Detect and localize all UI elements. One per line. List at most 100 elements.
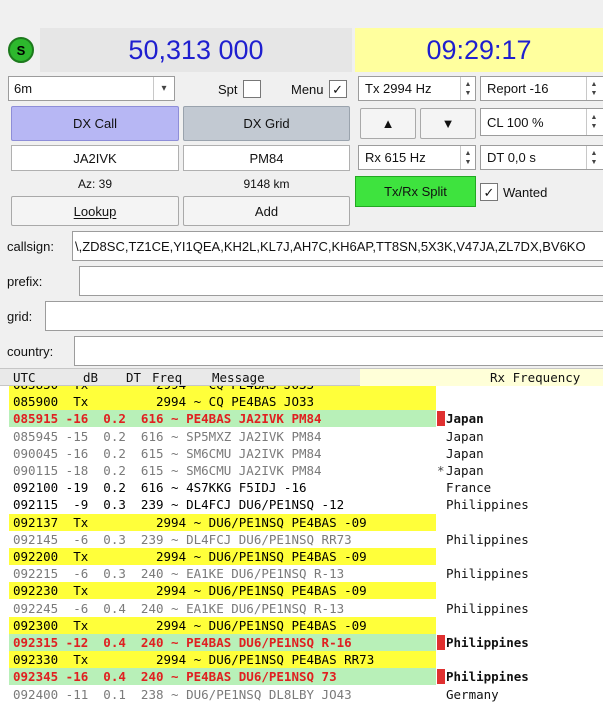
prefix-label: prefix: [7, 273, 43, 289]
row-country: France [446, 480, 492, 496]
col-db: dB [83, 370, 99, 385]
tx-up-button[interactable]: ▲ [360, 108, 416, 139]
row-message-text: 085850 Tx 2994 ~ CQ PE4BAS JO33 [13, 386, 314, 393]
row-country: Philippines [446, 497, 529, 513]
table-row[interactable]: 092115 -9 0.3 239 ~ DL4FCJ DU6/PE1NSQ -1… [0, 496, 603, 513]
rx-frequency-value: Rx 615 Hz [365, 150, 426, 165]
row-message-text: 085915 -16 0.2 616 ~ PE4BAS JA2IVK PM84 [13, 411, 322, 427]
col-utc: UTC [13, 370, 36, 385]
table-row[interactable]: 092300 Tx 2994 ~ DU6/PE1NSQ PE4BAS -09 [0, 616, 603, 634]
spin-arrows-icon[interactable]: ▲ ▼ [586, 146, 601, 169]
star-marker-icon: * [437, 463, 445, 478]
spin-arrows-icon[interactable]: ▲ ▼ [586, 109, 601, 135]
row-message-text: 092315 -12 0.4 240 ~ PE4BAS DU6/PE1NSQ R… [13, 635, 352, 650]
table-row[interactable]: 092145 -6 0.3 239 ~ DL4FCJ DU6/PE1NSQ RR… [0, 531, 603, 548]
row-country: Japan [446, 411, 484, 427]
row-message-text: 090115 -18 0.2 615 ~ SM6CMU JA2IVK PM84 [13, 463, 322, 478]
table-row[interactable]: 092315 -12 0.4 240 ~ PE4BAS DU6/PE1NSQ R… [0, 634, 603, 651]
dt-value: DT 0,0 s [487, 150, 536, 165]
table-row[interactable]: 092230 Tx 2994 ~ DU6/PE1NSQ PE4BAS -09 [0, 582, 603, 600]
spin-arrows-icon[interactable]: ▲ ▼ [586, 77, 601, 100]
spt-checkbox[interactable] [242, 80, 261, 98]
lookup-label: Lookup [73, 203, 117, 219]
dx-call-button[interactable]: DX Call [11, 106, 179, 141]
dial-frequency-display: 50,313 000 [40, 28, 352, 72]
cl-spinbox[interactable]: CL 100 % ▲ ▼ [480, 108, 603, 136]
row-message-text: 092400 -11 0.1 238 ~ DU6/PE1NSQ DL8LBY J… [13, 686, 352, 702]
table-row[interactable]: 092345 -16 0.4 240 ~ PE4BAS DU6/PE1NSQ 7… [0, 668, 603, 686]
table-row[interactable]: 085900 Tx 2994 ~ CQ PE4BAS JO33 [0, 393, 603, 411]
dx-grid-field[interactable]: PM84 [183, 145, 350, 171]
tx-rx-split-button[interactable]: Tx/Rx Split [355, 176, 476, 207]
tx-down-button[interactable]: ▼ [420, 108, 476, 139]
grid-input[interactable] [45, 301, 603, 331]
decode-table-body[interactable]: 085850 Tx 2994 ~ CQ PE4BAS JO33085900 Tx… [0, 386, 603, 707]
row-message-text: 092245 -6 0.4 240 ~ EA1KE DU6/PE1NSQ R-1… [13, 600, 345, 616]
priority-marker-icon [437, 635, 445, 650]
dx-grid-button[interactable]: DX Grid [183, 106, 350, 141]
country-label: country: [7, 343, 54, 359]
prefix-input[interactable] [79, 266, 603, 296]
table-row[interactable]: 090115 -18 0.2 615 ~ SM6CMU JA2IVK PM84 *… [0, 462, 603, 479]
col-rx-frequency: Rx Frequency [490, 370, 581, 385]
table-row[interactable]: 092330 Tx 2994 ~ DU6/PE1NSQ PE4BAS RR73 [0, 651, 603, 669]
report-value: Report -16 [487, 81, 549, 96]
table-row[interactable]: 090045 -16 0.2 615 ~ SM6CMU JA2IVK PM84 J… [0, 445, 603, 462]
rx-frequency-spinbox[interactable]: Rx 615 Hz ▲ ▼ [358, 145, 476, 170]
country-input[interactable] [74, 336, 603, 366]
col-dt: DT [126, 370, 142, 385]
table-row[interactable]: 092137 Tx 2994 ~ DU6/PE1NSQ PE4BAS -09 [0, 513, 603, 531]
row-country: Germany [446, 686, 499, 702]
table-row[interactable]: 085915 -16 0.2 616 ~ PE4BAS JA2IVK PM84 J… [0, 410, 603, 428]
dt-spinbox[interactable]: DT 0,0 s ▲ ▼ [480, 145, 603, 170]
table-row[interactable]: 092215 -6 0.3 240 ~ EA1KE DU6/PE1NSQ R-1… [0, 565, 603, 582]
row-country: Japan [446, 463, 484, 478]
wanted-checkbox[interactable]: ✓ [480, 183, 498, 201]
callsign-label: callsign: [7, 238, 54, 254]
title-strip [0, 0, 603, 28]
table-row[interactable]: 092400 -11 0.1 238 ~ DU6/PE1NSQ DL8LBY J… [0, 686, 603, 703]
distance-text: 9148 km [243, 177, 290, 191]
spt-label: Spt [218, 81, 238, 97]
callsign-input[interactable]: \,ZD8SC,TZ1CE,YI1QEA,KH2L,KL7J,AH7C,KH6A… [72, 231, 603, 261]
row-message-text: 092345 -16 0.4 240 ~ PE4BAS DU6/PE1NSQ 7… [13, 669, 337, 685]
col-freq: Freq [152, 370, 183, 385]
add-button[interactable]: Add [183, 196, 350, 226]
menu-checkbox-row[interactable]: Menu ✓ [291, 79, 347, 99]
menu-checkbox[interactable]: ✓ [328, 80, 347, 98]
band-select[interactable]: 6m ▾ [8, 76, 175, 101]
table-row[interactable]: 085945 -15 0.2 616 ~ SP5MXZ JA2IVK PM84 J… [0, 428, 603, 445]
wanted-label: Wanted [503, 184, 548, 200]
spin-arrows-icon[interactable]: ▲ ▼ [460, 77, 475, 100]
dx-call-field[interactable]: JA2IVK [11, 145, 179, 171]
row-country: Philippines [446, 635, 529, 650]
status-indicator-button[interactable]: S [8, 37, 34, 63]
table-row[interactable]: 092245 -6 0.4 240 ~ EA1KE DU6/PE1NSQ R-1… [0, 600, 603, 617]
row-message-text: 092230 Tx 2994 ~ DU6/PE1NSQ PE4BAS -09 [13, 583, 367, 599]
spt-checkbox-row[interactable]: Spt [218, 79, 261, 99]
row-country: Japan [446, 428, 484, 444]
lookup-button[interactable]: Lookup [11, 196, 179, 226]
table-row[interactable]: 085850 Tx 2994 ~ CQ PE4BAS JO33 [0, 386, 603, 393]
priority-marker-icon [437, 411, 445, 427]
report-spinbox[interactable]: Report -16 ▲ ▼ [480, 76, 603, 101]
tx-frequency-spinbox[interactable]: Tx 2994 Hz ▲ ▼ [358, 76, 476, 101]
row-message-text: 092137 Tx 2994 ~ DU6/PE1NSQ PE4BAS -09 [13, 514, 367, 530]
row-country: Philippines [446, 669, 529, 685]
row-message-text: 092300 Tx 2994 ~ DU6/PE1NSQ PE4BAS -09 [13, 617, 367, 633]
table-row[interactable]: 092200 Tx 2994 ~ DU6/PE1NSQ PE4BAS -09 [0, 548, 603, 565]
cl-value: CL 100 % [487, 114, 544, 130]
azimuth-text: Az: 39 [77, 177, 113, 191]
row-message-text: 085900 Tx 2994 ~ CQ PE4BAS JO33 [13, 394, 315, 410]
spin-arrows-icon[interactable]: ▲ ▼ [460, 146, 475, 169]
chevron-down-icon[interactable]: ▾ [153, 77, 174, 100]
wanted-checkbox-row[interactable]: ✓ Wanted [480, 182, 547, 202]
row-country: Japan [446, 445, 484, 461]
up-arrow-icon: ▲ [381, 116, 395, 131]
col-message: Message [212, 370, 265, 385]
row-message-text: 090045 -16 0.2 615 ~ SM6CMU JA2IVK PM84 [13, 445, 322, 461]
table-row[interactable]: 092100 -19 0.2 616 ~ 4S7KKG F5IDJ -16 Fra… [0, 479, 603, 496]
row-message-text: 092145 -6 0.3 239 ~ DL4FCJ DU6/PE1NSQ RR… [13, 531, 352, 547]
menu-label: Menu [291, 81, 324, 97]
grid-label: grid: [7, 308, 33, 324]
